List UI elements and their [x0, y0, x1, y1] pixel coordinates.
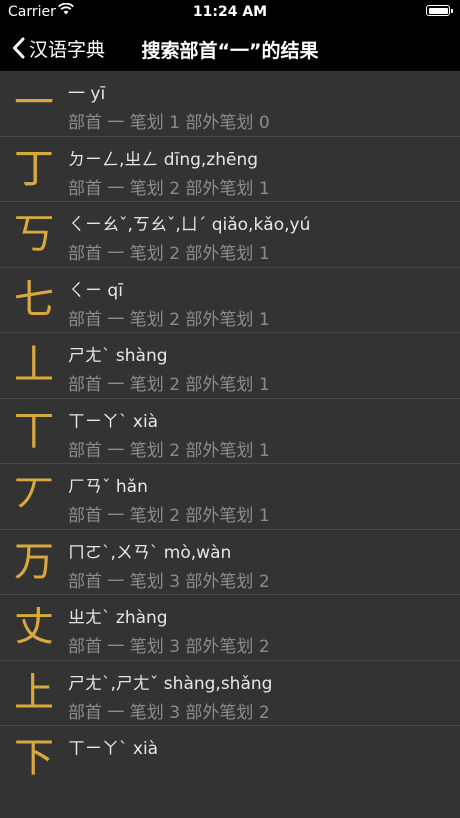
list-item[interactable]: 丁 ㄉㄧㄥ,ㄓㄥ dīng,zhēng 部首 一 笔划 2 部外笔划 1 — [0, 137, 460, 202]
back-button[interactable]: 汉语字典 — [12, 34, 105, 62]
character-glyph: 下 — [14, 735, 54, 781]
clock: 11:24 AM — [192, 4, 268, 20]
pronunciation: ㄒㄧㄚˋ xià — [68, 739, 159, 759]
pronunciation: ㄉㄧㄥ,ㄓㄥ dīng,zhēng — [68, 149, 259, 170]
character-glyph: 一 — [14, 80, 54, 126]
character-glyph: 万 — [14, 538, 54, 585]
stroke-info: 部首 一 笔划 2 部外笔划 1 — [68, 440, 270, 461]
character-glyph: 丁 — [14, 145, 54, 192]
character-glyph: 丆 — [14, 473, 54, 519]
list-item[interactable]: 丆 ㄏㄢˇ hǎn 部首 一 笔划 2 部外笔划 1 — [0, 464, 460, 530]
navigation-bar: 汉语字典 搜索部首“一”的结果 — [0, 24, 460, 71]
pronunciation: ㄓㄤˋ zhàng — [68, 608, 168, 628]
stroke-info: 部首 一 笔划 2 部外笔划 1 — [68, 375, 270, 395]
list-item[interactable]: 七 ㄑㄧ qī 部首 一 笔划 2 部外笔划 1 — [0, 268, 460, 333]
stroke-info: 部首 一 笔划 2 部外笔划 1 — [68, 244, 270, 264]
list-item[interactable]: 丈 ㄓㄤˋ zhàng 部首 一 笔划 3 部外笔划 2 — [0, 595, 460, 661]
back-button-label: 汉语字典 — [29, 38, 106, 61]
battery-icon — [426, 5, 453, 16]
character-glyph: 丈 — [14, 604, 54, 650]
list-item[interactable]: 丂 ㄑㄧㄠˇ,ㄎㄠˇ,ㄩˊ qiǎo,kǎo,yú 部首 一 笔划 2 部外笔划… — [0, 202, 460, 268]
stroke-info: 部首 一 笔划 2 部外笔划 1 — [68, 309, 270, 330]
stroke-info: 部首 一 笔划 2 部外笔划 1 — [68, 506, 270, 526]
status-bar: Carrier 11:24 AM — [0, 0, 460, 24]
stroke-info: 部首 一 笔划 3 部外笔划 2 — [68, 571, 270, 592]
pronunciation: 一 yī — [68, 84, 106, 104]
list-item[interactable]: 万 ㄇㄛˋ,ㄨㄢˋ mò,wàn 部首 一 笔划 3 部外笔划 2 — [0, 530, 460, 595]
character-glyph: 丂 — [14, 211, 54, 257]
list-item[interactable]: 一 一 yī 部首 一 笔划 1 部外笔划 0 — [0, 71, 460, 137]
pronunciation: ㄇㄛˋ,ㄨㄢˋ mò,wàn — [68, 542, 232, 563]
pronunciation: ㄒㄧㄚˋ xià — [68, 411, 159, 432]
pronunciation: ㄕㄤˋ,ㄕㄤˇ shàng,shǎng — [68, 673, 273, 694]
list-item[interactable]: 丄 ㄕㄤˋ shàng 部首 一 笔划 2 部外笔划 1 — [0, 333, 460, 399]
stroke-info: 部首 一 笔划 3 部外笔划 2 — [68, 702, 270, 723]
stroke-info: 部首 一 笔划 1 部外笔划 0 — [68, 113, 270, 133]
list-item[interactable]: 下 ㄒㄧㄚˋ xià — [0, 726, 460, 792]
pronunciation: ㄏㄢˇ hǎn — [68, 477, 148, 497]
character-glyph: 丅 — [14, 407, 54, 454]
list-item[interactable]: 上 ㄕㄤˋ,ㄕㄤˇ shàng,shǎng 部首 一 笔划 3 部外笔划 2 — [0, 661, 460, 726]
character-glyph: 上 — [14, 669, 54, 716]
stroke-info: 部首 一 笔划 2 部外笔划 1 — [68, 178, 270, 199]
pronunciation: ㄑㄧ qī — [68, 280, 123, 301]
character-glyph: 七 — [14, 276, 54, 323]
character-list[interactable]: 一 一 yī 部首 一 笔划 1 部外笔划 0 丁 ㄉㄧㄥ,ㄓㄥ dīng,zh… — [0, 71, 460, 818]
pronunciation: ㄕㄤˋ shàng — [68, 346, 168, 366]
pronunciation: ㄑㄧㄠˇ,ㄎㄠˇ,ㄩˊ qiǎo,kǎo,yú — [68, 215, 311, 235]
character-glyph: 丄 — [14, 342, 54, 388]
stroke-info: 部首 一 笔划 3 部外笔划 2 — [68, 637, 270, 657]
chevron-left-icon — [13, 37, 25, 59]
list-item[interactable]: 丅 ㄒㄧㄚˋ xià 部首 一 笔划 2 部外笔划 1 — [0, 399, 460, 464]
